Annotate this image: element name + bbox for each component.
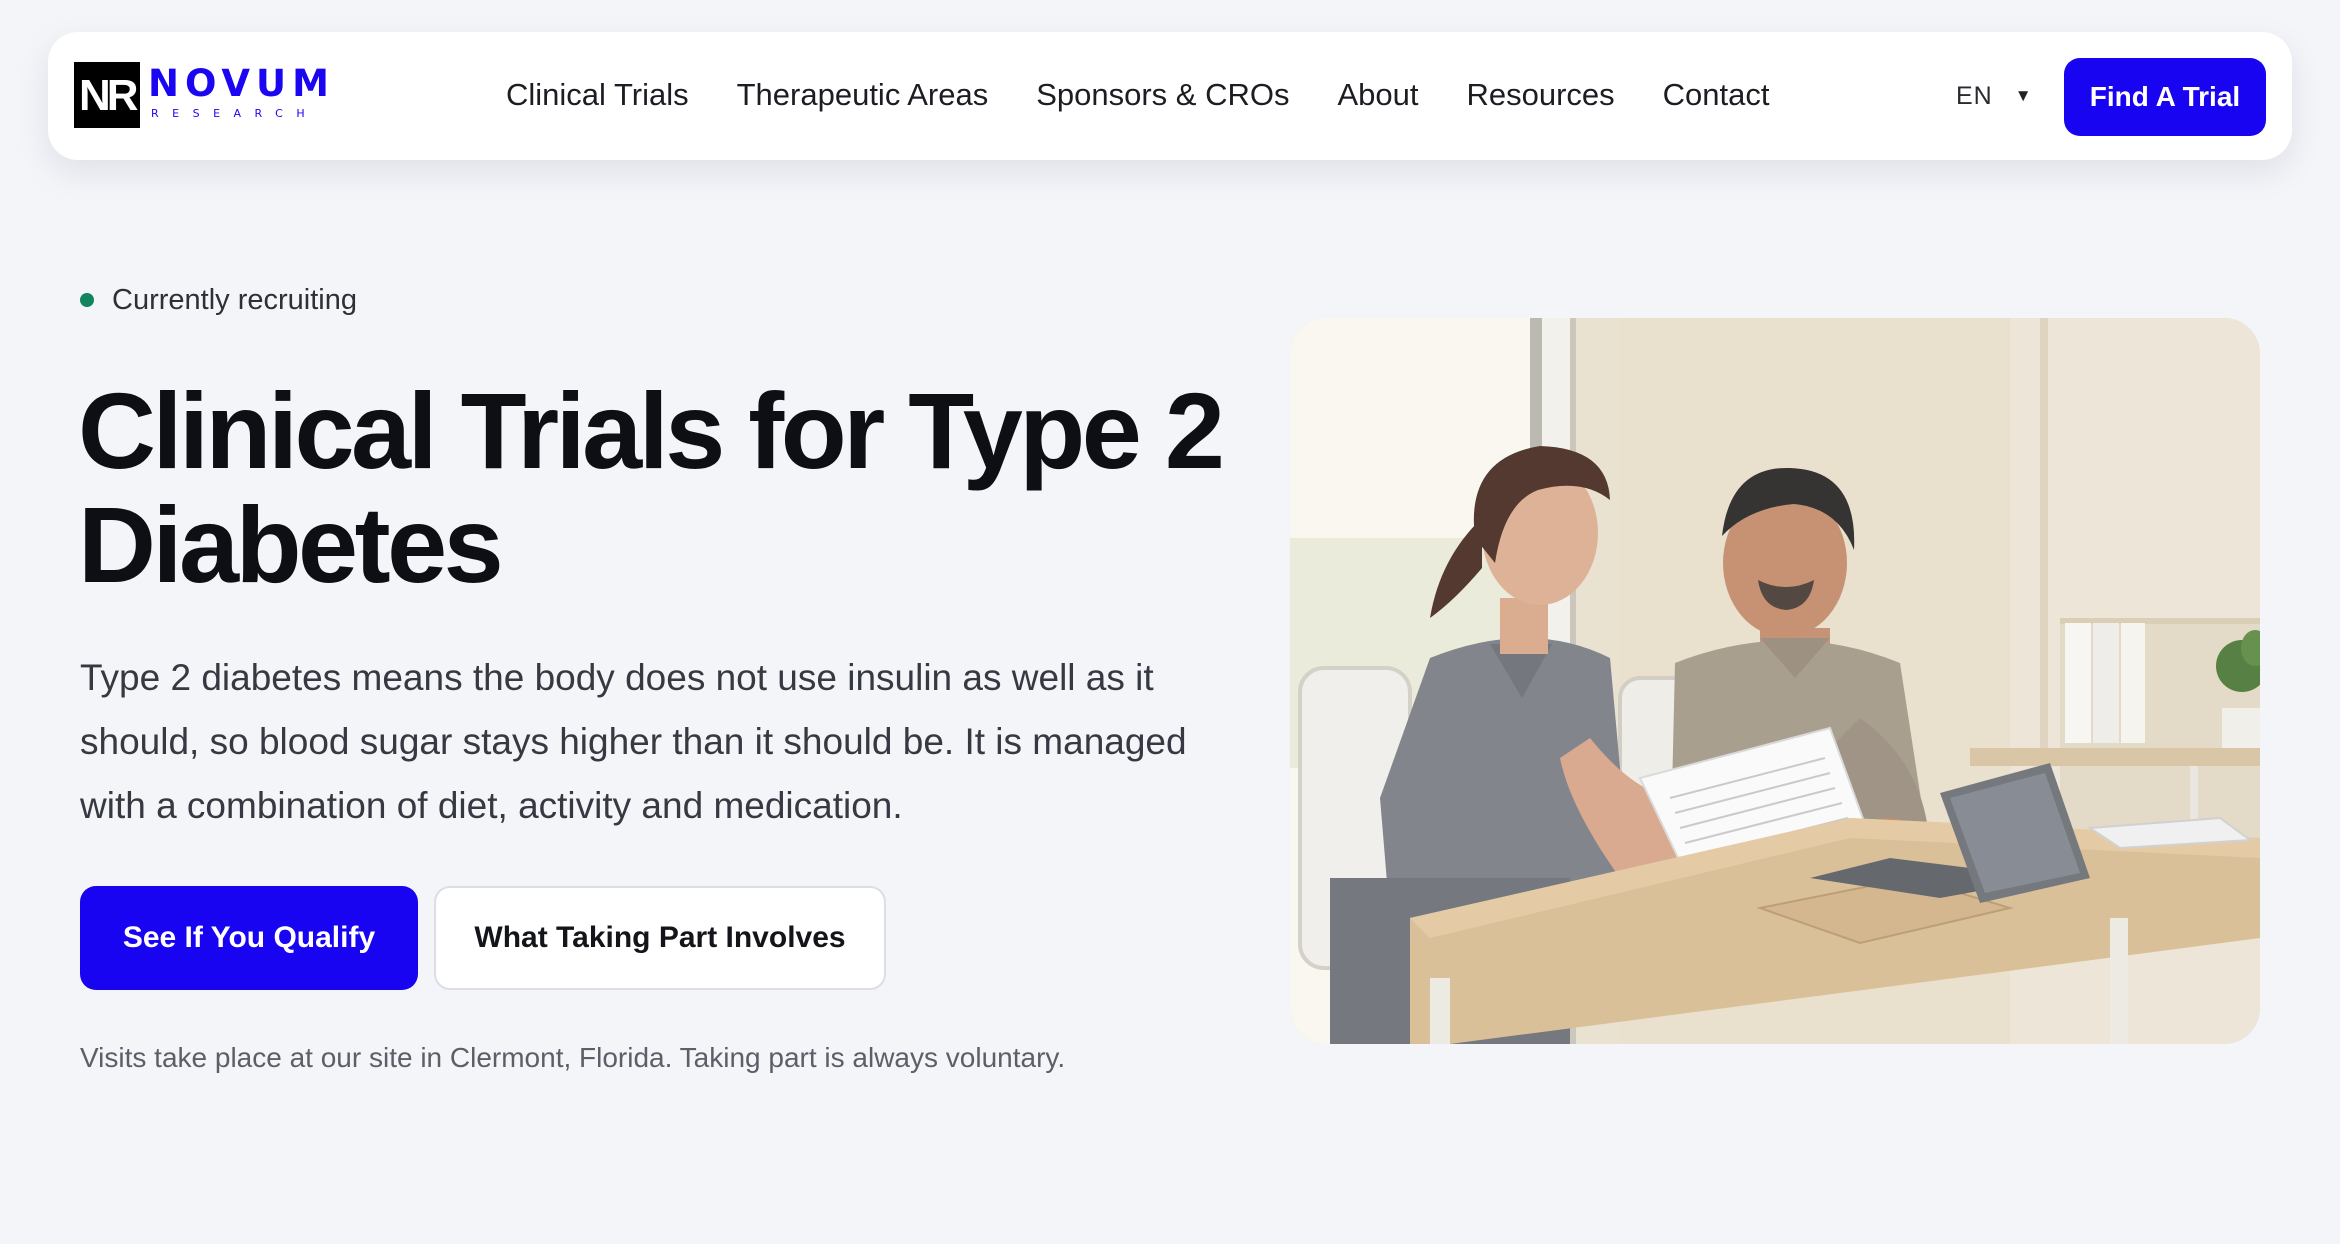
- clinic-consultation-illustration: [1290, 318, 2260, 1044]
- nav-item-clinical-trials[interactable]: Clinical Trials: [506, 72, 689, 118]
- language-selector[interactable]: EN ▼: [1956, 76, 2032, 116]
- hero-description: Type 2 diabetes means the body does not …: [80, 657, 1187, 826]
- logo-mark: NR: [74, 62, 140, 128]
- nav-item-resources[interactable]: Resources: [1466, 72, 1614, 118]
- top-navbar: NR NOVUM RESEARCH Clinical Trials Therap…: [48, 32, 2292, 160]
- nav-item-about[interactable]: About: [1337, 72, 1418, 118]
- brand-name: NOVUM: [148, 62, 335, 105]
- see-if-you-qualify-button[interactable]: See If You Qualify: [80, 886, 418, 990]
- main-nav: Clinical Trials Therapeutic Areas Sponso…: [506, 72, 1818, 118]
- nav-item-contact[interactable]: Contact: [1663, 72, 1770, 118]
- find-a-trial-button[interactable]: Find A Trial: [2064, 58, 2266, 136]
- what-taking-part-involves-button[interactable]: What Taking Part Involves: [434, 886, 886, 990]
- brand-logo[interactable]: NR NOVUM RESEARCH: [74, 62, 329, 132]
- language-label: EN: [1956, 81, 1993, 110]
- page-title: Clinical Trials for Type 2 Diabetes: [78, 370, 1225, 605]
- status-dot-icon: [80, 293, 94, 307]
- logo-initials: NR: [79, 71, 139, 120]
- status-text: Currently recruiting: [112, 284, 357, 316]
- brand-tagline: RESEARCH: [151, 107, 319, 120]
- nav-item-therapeutic-areas[interactable]: Therapeutic Areas: [737, 72, 989, 118]
- nav-item-sponsors-cros[interactable]: Sponsors & CROs: [1036, 72, 1289, 118]
- chevron-down-icon: ▼: [2014, 86, 2032, 105]
- hero-footnote: Visits take place at our site in Clermon…: [80, 1042, 1066, 1073]
- hero-photo: [1290, 318, 2260, 1044]
- recruiting-status: Currently recruiting: [80, 282, 357, 318]
